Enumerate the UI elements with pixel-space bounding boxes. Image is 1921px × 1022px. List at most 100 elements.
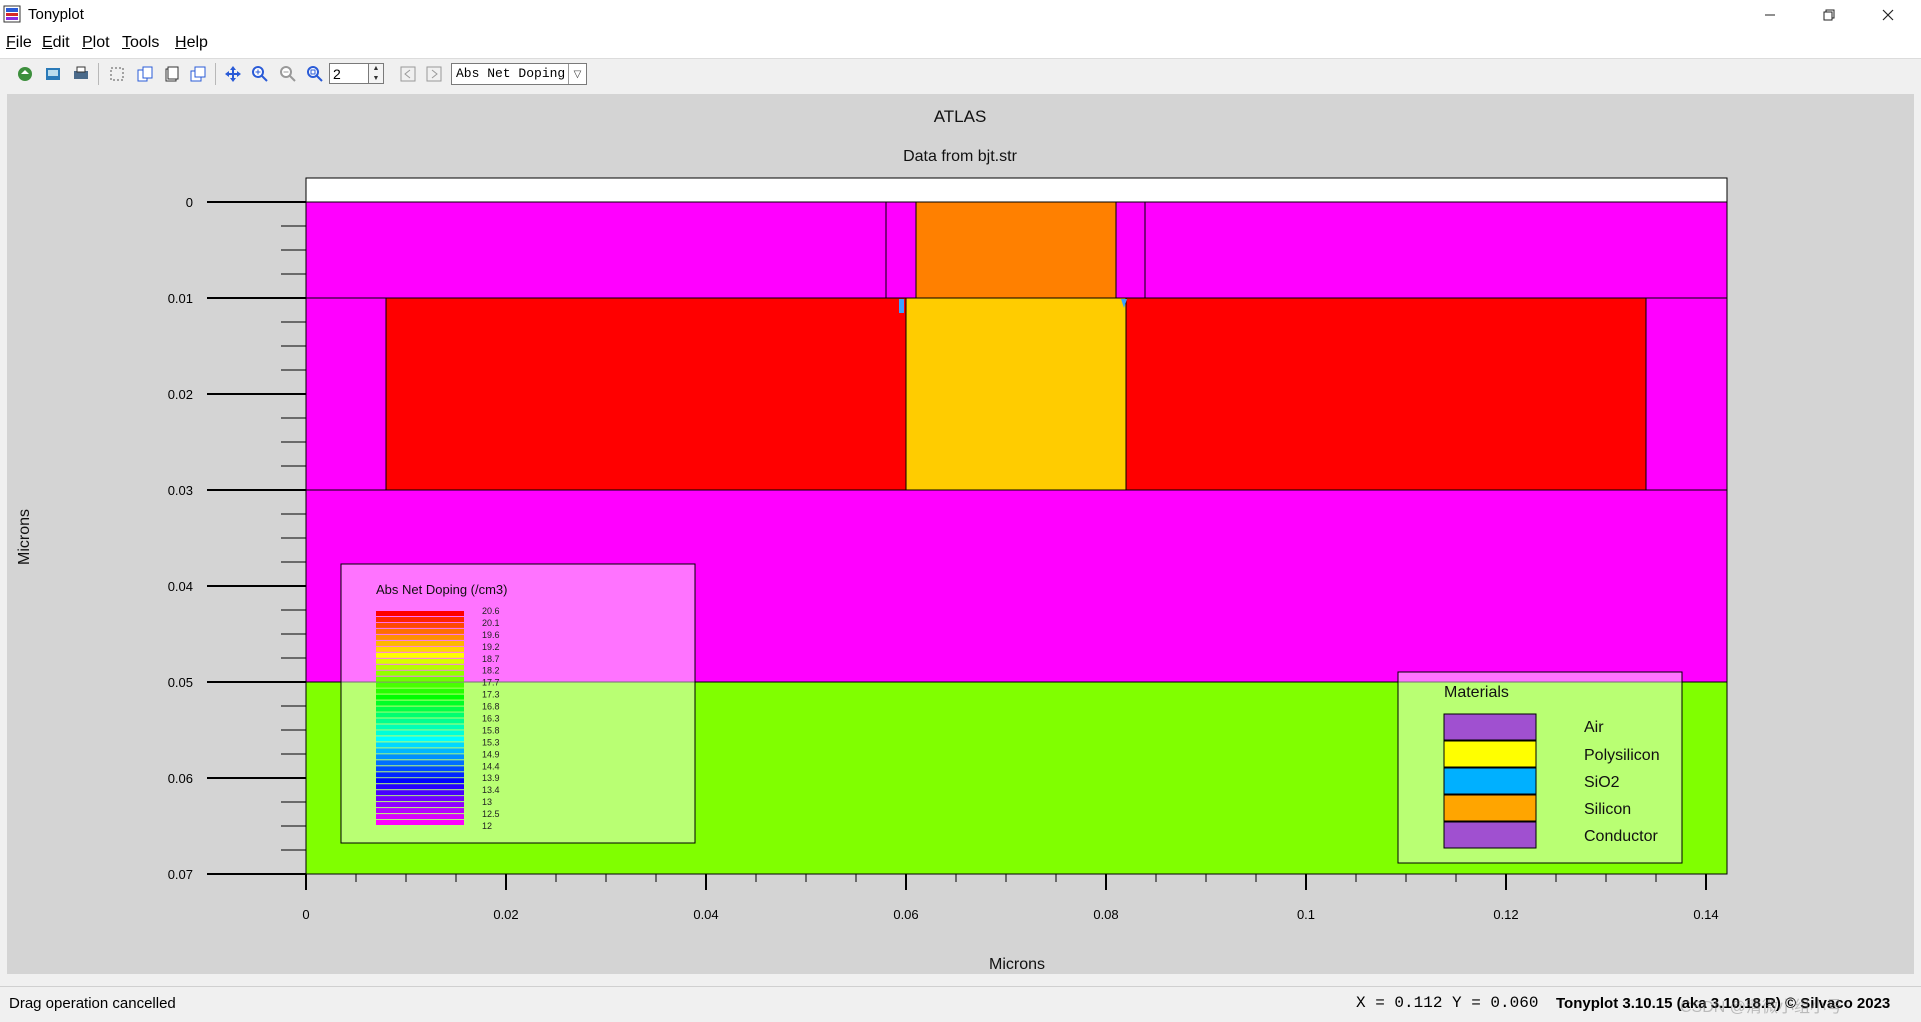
doping-color-band bbox=[376, 790, 464, 796]
emitter-silicon bbox=[905, 297, 1127, 491]
x-tick-label: 0.08 bbox=[1093, 907, 1118, 922]
plot-area[interactable]: ATLAS Data from bjt.str 0 0.01 0.02 0.03… bbox=[7, 94, 1914, 974]
legend-swatch-air bbox=[1443, 713, 1537, 741]
restore-icon bbox=[1823, 9, 1835, 20]
y-tick-label: 0.02 bbox=[168, 387, 193, 402]
print-icon bbox=[74, 66, 88, 79]
cursor-coordinates: X = 0.112 Y = 0.060 bbox=[1356, 994, 1539, 1012]
menu-plot[interactable]: Plot bbox=[82, 34, 110, 52]
x-tick-label: 0.06 bbox=[893, 907, 918, 922]
pan-icon bbox=[225, 66, 241, 82]
doping-color-band bbox=[376, 670, 464, 676]
doping-color-band bbox=[376, 640, 464, 646]
copy-icon bbox=[137, 66, 153, 82]
doping-level-label: 17.7 bbox=[482, 678, 500, 688]
doping-color-band bbox=[376, 628, 464, 634]
next-button[interactable] bbox=[423, 63, 445, 85]
plot-title: ATLAS bbox=[934, 107, 987, 126]
materials-legend-title: Materials bbox=[1444, 684, 1509, 701]
minimize-button[interactable] bbox=[1741, 0, 1799, 29]
doping-color-band bbox=[376, 658, 464, 664]
x-tick-label: 0 bbox=[302, 907, 309, 922]
doping-color-band bbox=[376, 736, 464, 742]
menu-file[interactable]: File bbox=[6, 34, 32, 52]
legend-label-sio2: SiO2 bbox=[1584, 774, 1620, 791]
doping-color-band bbox=[376, 724, 464, 730]
delete-button[interactable] bbox=[160, 63, 182, 85]
doping-level-label: 13.9 bbox=[482, 773, 500, 783]
menu-tools[interactable]: Tools bbox=[122, 34, 159, 52]
next-icon bbox=[426, 66, 442, 82]
select-region-button[interactable] bbox=[106, 63, 128, 85]
doping-legend[interactable]: Abs Net Doping (/cm3) 20.6 20.1 19.6 19.2 18… bbox=[340, 563, 696, 844]
close-button[interactable] bbox=[1859, 0, 1917, 29]
x-tick-label: 0.14 bbox=[1693, 907, 1718, 922]
legend-swatch-sio2 bbox=[1443, 767, 1537, 795]
chevron-up-icon[interactable]: ▲ bbox=[369, 64, 383, 74]
quantity-select[interactable]: Abs Net Doping ▽ bbox=[451, 63, 587, 85]
minimize-icon bbox=[1765, 14, 1775, 15]
menu-help[interactable]: Help bbox=[175, 34, 208, 52]
doping-color-band bbox=[376, 820, 464, 825]
spacer-left bbox=[885, 201, 917, 299]
window-title: Tonyplot bbox=[28, 6, 84, 23]
x-tick-label: 0.1 bbox=[1297, 907, 1315, 922]
menu-edit[interactable]: Edit bbox=[42, 34, 70, 52]
prev-button[interactable] bbox=[397, 63, 419, 85]
pan-button[interactable] bbox=[222, 63, 244, 85]
legend-swatch-conductor bbox=[1443, 821, 1537, 849]
delete-icon bbox=[165, 66, 179, 82]
doping-color-band bbox=[376, 617, 464, 622]
doping-level-label: 20.1 bbox=[482, 618, 500, 628]
doping-color-band bbox=[376, 706, 464, 712]
prev-icon bbox=[400, 66, 416, 82]
chevron-down-icon[interactable]: ▽ bbox=[568, 64, 586, 84]
doping-color-band bbox=[376, 688, 464, 694]
doping-level-label: 16.8 bbox=[482, 702, 500, 712]
load-icon bbox=[18, 67, 32, 81]
doping-color-band bbox=[376, 778, 464, 784]
doping-color-band bbox=[376, 700, 464, 706]
tonyplot-app-icon bbox=[3, 5, 21, 23]
y-axis-label: Microns bbox=[16, 509, 33, 565]
restore-button[interactable] bbox=[1800, 0, 1858, 29]
print-button[interactable] bbox=[70, 63, 92, 85]
polysilicon-emitter bbox=[915, 201, 1117, 299]
plot-subtitle: Data from bjt.str bbox=[903, 148, 1017, 165]
y-tick-label: 0.03 bbox=[168, 483, 193, 498]
doping-level-label: 20.6 bbox=[482, 606, 500, 616]
close-icon bbox=[1882, 9, 1894, 20]
doping-level-label: 12.5 bbox=[482, 809, 500, 819]
chevron-down-icon[interactable]: ▼ bbox=[369, 74, 383, 84]
doping-level-label: 14.4 bbox=[482, 761, 500, 771]
toolbar: ▲ ▼ Abs Net Doping ▽ bbox=[0, 59, 1921, 91]
doping-color-band bbox=[376, 814, 464, 820]
air-region bbox=[305, 177, 1728, 203]
copy-button[interactable] bbox=[134, 63, 156, 85]
y-tick-label: 0.01 bbox=[168, 291, 193, 306]
load-button[interactable] bbox=[14, 63, 36, 85]
doping-color-band bbox=[376, 611, 464, 616]
zoom-in-icon bbox=[252, 66, 268, 82]
x-axis-label: Microns bbox=[989, 956, 1045, 973]
zoom-in-button[interactable] bbox=[249, 63, 271, 85]
doping-color-band bbox=[376, 766, 464, 772]
junction-edge-left bbox=[899, 299, 904, 313]
zoom-box-button[interactable] bbox=[304, 63, 326, 85]
zoom-level-stepper[interactable]: ▲ ▼ bbox=[369, 63, 384, 84]
doping-color-band bbox=[376, 802, 464, 808]
y-tick-label: 0.07 bbox=[168, 867, 193, 882]
doping-color-band bbox=[376, 784, 464, 790]
zoom-box-icon bbox=[307, 66, 323, 82]
save-image-button[interactable] bbox=[42, 63, 64, 85]
legend-swatch-silicon bbox=[1443, 794, 1537, 822]
doping-color-band bbox=[376, 796, 464, 802]
materials-legend[interactable]: Materials Air Polysilicon SiO2 Silicon C… bbox=[1397, 671, 1683, 864]
doping-level-label: 18.2 bbox=[482, 666, 500, 676]
base-left-doped bbox=[385, 297, 907, 491]
structure-plot[interactable]: ATLAS Data from bjt.str 0 0.01 0.02 0.03… bbox=[7, 94, 1914, 974]
zoom-level-input[interactable] bbox=[329, 63, 369, 84]
doping-color-band bbox=[376, 748, 464, 754]
zoom-out-button[interactable] bbox=[277, 63, 299, 85]
duplicate-button[interactable] bbox=[187, 63, 209, 85]
